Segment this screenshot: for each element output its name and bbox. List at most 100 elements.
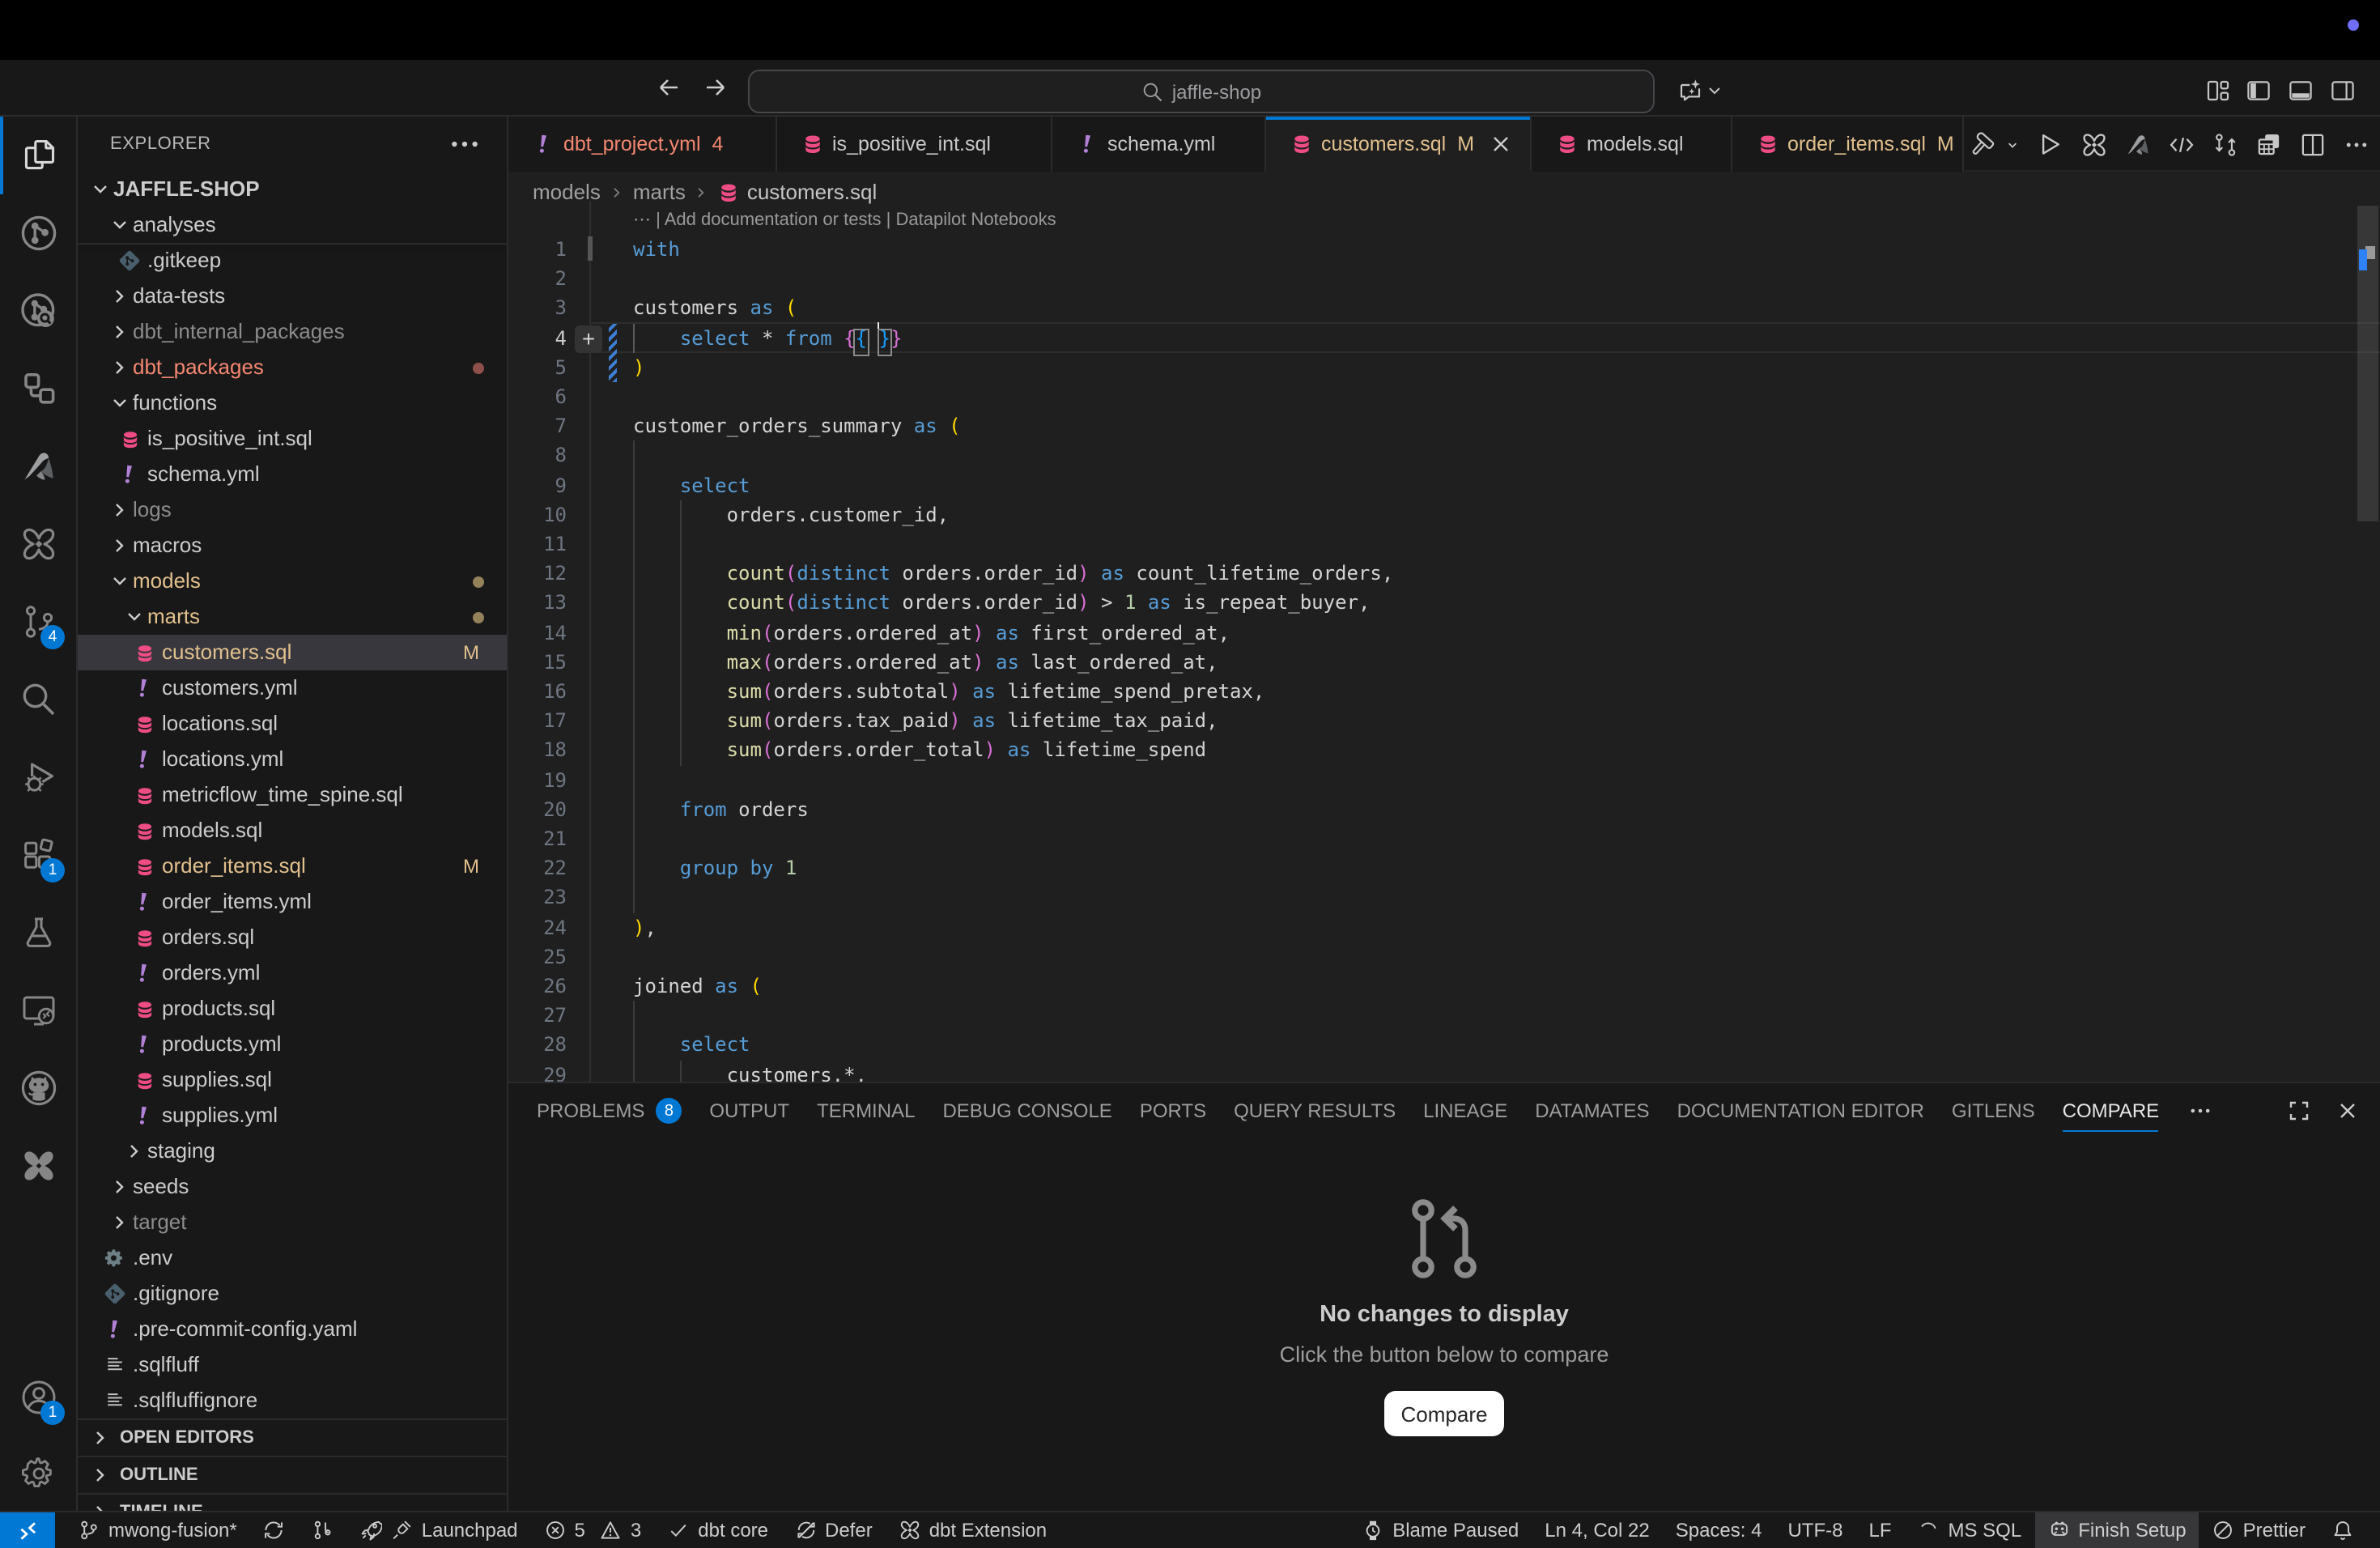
add-comment-button[interactable]: + <box>575 325 602 352</box>
activity-extensions[interactable]: 1 <box>0 816 76 894</box>
panel-tab-gitlens[interactable]: GITLENS <box>1938 1083 2049 1138</box>
status-defer[interactable]: Defer <box>781 1512 886 1548</box>
activity-search[interactable] <box>0 661 76 738</box>
forward-arrow-icon[interactable] <box>703 74 729 100</box>
tab-dbt-project.yml[interactable]: dbt_project.yml4 <box>508 117 777 172</box>
tree-item-data-tests[interactable]: data-tests <box>78 279 508 314</box>
toggle-sidebar-right-icon[interactable] <box>2330 78 2356 104</box>
status-git-branch[interactable]: mwong-fusion* <box>65 1512 250 1548</box>
panel-tab-debug-console[interactable]: DEBUG CONSOLE <box>929 1083 1125 1138</box>
tree-item-functions[interactable]: functions <box>78 385 508 421</box>
tree-item-.gitignore[interactable]: .gitignore <box>78 1276 508 1312</box>
panel-tab-problems[interactable]: PROBLEMS8 <box>523 1083 695 1138</box>
tree-item-.gitkeep[interactable]: .gitkeep <box>78 243 508 279</box>
action-dbt-power-user-action[interactable] <box>2080 130 2108 158</box>
status-prettier[interactable]: Prettier <box>2199 1512 2318 1548</box>
compare-button[interactable]: Compare <box>1384 1391 1504 1436</box>
more-actions-icon[interactable] <box>447 126 482 162</box>
section-timeline[interactable]: TIMELINE <box>78 1493 508 1511</box>
tree-item-metricflow-time-spine.sql[interactable]: metricflow_time_spine.sql <box>78 777 508 813</box>
tab-order-items.sql[interactable]: order_items.sqlM <box>1732 117 1964 172</box>
action-altimate-action[interactable] <box>2124 130 2152 158</box>
tree-item-models[interactable]: models <box>78 563 508 599</box>
status-eol[interactable]: LF <box>1855 1512 1904 1548</box>
action-more-actions[interactable] <box>2343 130 2370 158</box>
activity-explorer[interactable] <box>0 117 76 194</box>
activity-testing[interactable] <box>0 894 76 972</box>
action-execute-query[interactable] <box>2037 130 2064 158</box>
activity-gitlens-inspect[interactable] <box>0 272 76 350</box>
action-compare-changes[interactable] <box>2212 130 2239 158</box>
section-open-editors[interactable]: OPEN EDITORS <box>78 1418 508 1454</box>
panel-tab-terminal[interactable]: TERMINAL <box>803 1083 929 1138</box>
panel-tab-query-results[interactable]: QUERY RESULTS <box>1220 1083 1409 1138</box>
status-blame-paused[interactable]: Blame Paused <box>1349 1512 1532 1548</box>
remote-indicator[interactable] <box>0 1512 55 1548</box>
panel-tab-more-panel-tabs[interactable] <box>2173 1083 2226 1138</box>
tree-item-orders.sql[interactable]: orders.sql <box>78 920 508 955</box>
status-compare-refs[interactable] <box>299 1512 347 1548</box>
activity-dbt-power-user[interactable] <box>0 505 76 583</box>
tab-customers.sql[interactable]: customers.sqlM <box>1266 117 1532 172</box>
tree-item-customers.yml[interactable]: customers.yml <box>78 670 508 706</box>
toggle-panel-icon[interactable] <box>2288 78 2314 104</box>
tree-item-models.sql[interactable]: models.sql <box>78 813 508 848</box>
tab-models.sql[interactable]: models.sql <box>1532 117 1732 172</box>
tree-item-seeds[interactable]: seeds <box>78 1169 508 1205</box>
tree-item-.sqlfluffignore[interactable]: .sqlfluffignore <box>78 1383 508 1418</box>
activity-github[interactable] <box>0 1049 76 1127</box>
status-notifications[interactable] <box>2318 1512 2367 1548</box>
panel-tab-lineage[interactable]: LINEAGE <box>1409 1083 1521 1138</box>
status-sync-changes[interactable] <box>250 1512 299 1548</box>
tree-item-.env[interactable]: .env <box>78 1240 508 1276</box>
status-cursor-position[interactable]: Ln 4, Col 22 <box>1532 1512 1662 1548</box>
status-problems-summary[interactable]: 53 <box>531 1512 655 1548</box>
panel-tab-datamates[interactable]: DATAMATES <box>1521 1083 1663 1138</box>
status-launchpad[interactable]: Launchpad <box>347 1512 531 1548</box>
action-split-editor[interactable] <box>2299 130 2327 158</box>
tree-item-orders.yml[interactable]: orders.yml <box>78 955 508 991</box>
activity-gitlens[interactable] <box>0 194 76 272</box>
activity-remote-explorer[interactable] <box>0 972 76 1049</box>
tree-item-dbt-internal-packages[interactable]: dbt_internal_packages <box>78 314 508 350</box>
tree-item-locations.sql[interactable]: locations.sql <box>78 706 508 742</box>
status-encoding[interactable]: UTF-8 <box>1774 1512 1855 1548</box>
activity-dbt-extension[interactable] <box>0 1127 76 1205</box>
tree-item-products.sql[interactable]: products.sql <box>78 991 508 1027</box>
activity-accounts[interactable]: 1 <box>0 1359 76 1436</box>
activity-run-and-debug[interactable] <box>0 738 76 816</box>
tree-item-is-positive-int.sql[interactable]: is_positive_int.sql <box>78 421 508 457</box>
activity-source-control[interactable]: 4 <box>0 583 76 661</box>
tree-item-marts[interactable]: marts <box>78 599 508 635</box>
tree-item-dbt-packages[interactable]: dbt_packages <box>78 350 508 385</box>
action-query-results[interactable] <box>2255 130 2283 158</box>
panel-tab-documentation-editor[interactable]: DOCUMENTATION EDITOR <box>1664 1083 1938 1138</box>
status-finish-setup[interactable]: Finish Setup <box>2034 1512 2199 1548</box>
command-center-search[interactable]: jaffle-shop <box>748 70 1655 113</box>
activity-altimate-ai[interactable] <box>0 427 76 505</box>
action-compiled-code[interactable] <box>2168 130 2195 158</box>
status-dbt-core[interactable]: dbt core <box>654 1512 781 1548</box>
section-outline[interactable]: OUTLINE <box>78 1456 508 1491</box>
close-tab-icon[interactable] <box>1487 130 1513 156</box>
status-language-mode[interactable]: MS SQL <box>1905 1512 2035 1548</box>
activity-datapilot[interactable] <box>0 350 76 427</box>
tree-item-locations.yml[interactable]: locations.yml <box>78 742 508 777</box>
tree-item-supplies.sql[interactable]: supplies.sql <box>78 1062 508 1098</box>
status-indentation[interactable]: Spaces: 4 <box>1663 1512 1775 1548</box>
tree-item-logs[interactable]: logs <box>78 492 508 528</box>
tree-item-.sqlfluff[interactable]: .sqlfluff <box>78 1347 508 1383</box>
toggle-sidebar-left-icon[interactable] <box>2246 78 2272 104</box>
back-arrow-icon[interactable] <box>656 74 682 100</box>
panel-tab-output[interactable]: OUTPUT <box>695 1083 803 1138</box>
chevron-down-icon[interactable] <box>1705 78 1724 104</box>
tree-item-supplies.yml[interactable]: supplies.yml <box>78 1098 508 1133</box>
panel-tab-compare[interactable]: COMPARE <box>2049 1083 2174 1138</box>
code-editor[interactable]: ⋯ | Add documentation or tests | Datapil… <box>508 201 2380 1082</box>
maximize-panel-icon[interactable] <box>2286 1098 2312 1124</box>
tab-is-positive-int.sql[interactable]: is_positive_int.sql <box>777 117 1052 172</box>
tree-item-products.yml[interactable]: products.yml <box>78 1027 508 1062</box>
tree-item-staging[interactable]: staging <box>78 1133 508 1169</box>
tree-item-order-items.sql[interactable]: order_items.sqlM <box>78 848 508 884</box>
tree-item-jaffle-shop[interactable]: JAFFLE-SHOP <box>78 172 508 207</box>
